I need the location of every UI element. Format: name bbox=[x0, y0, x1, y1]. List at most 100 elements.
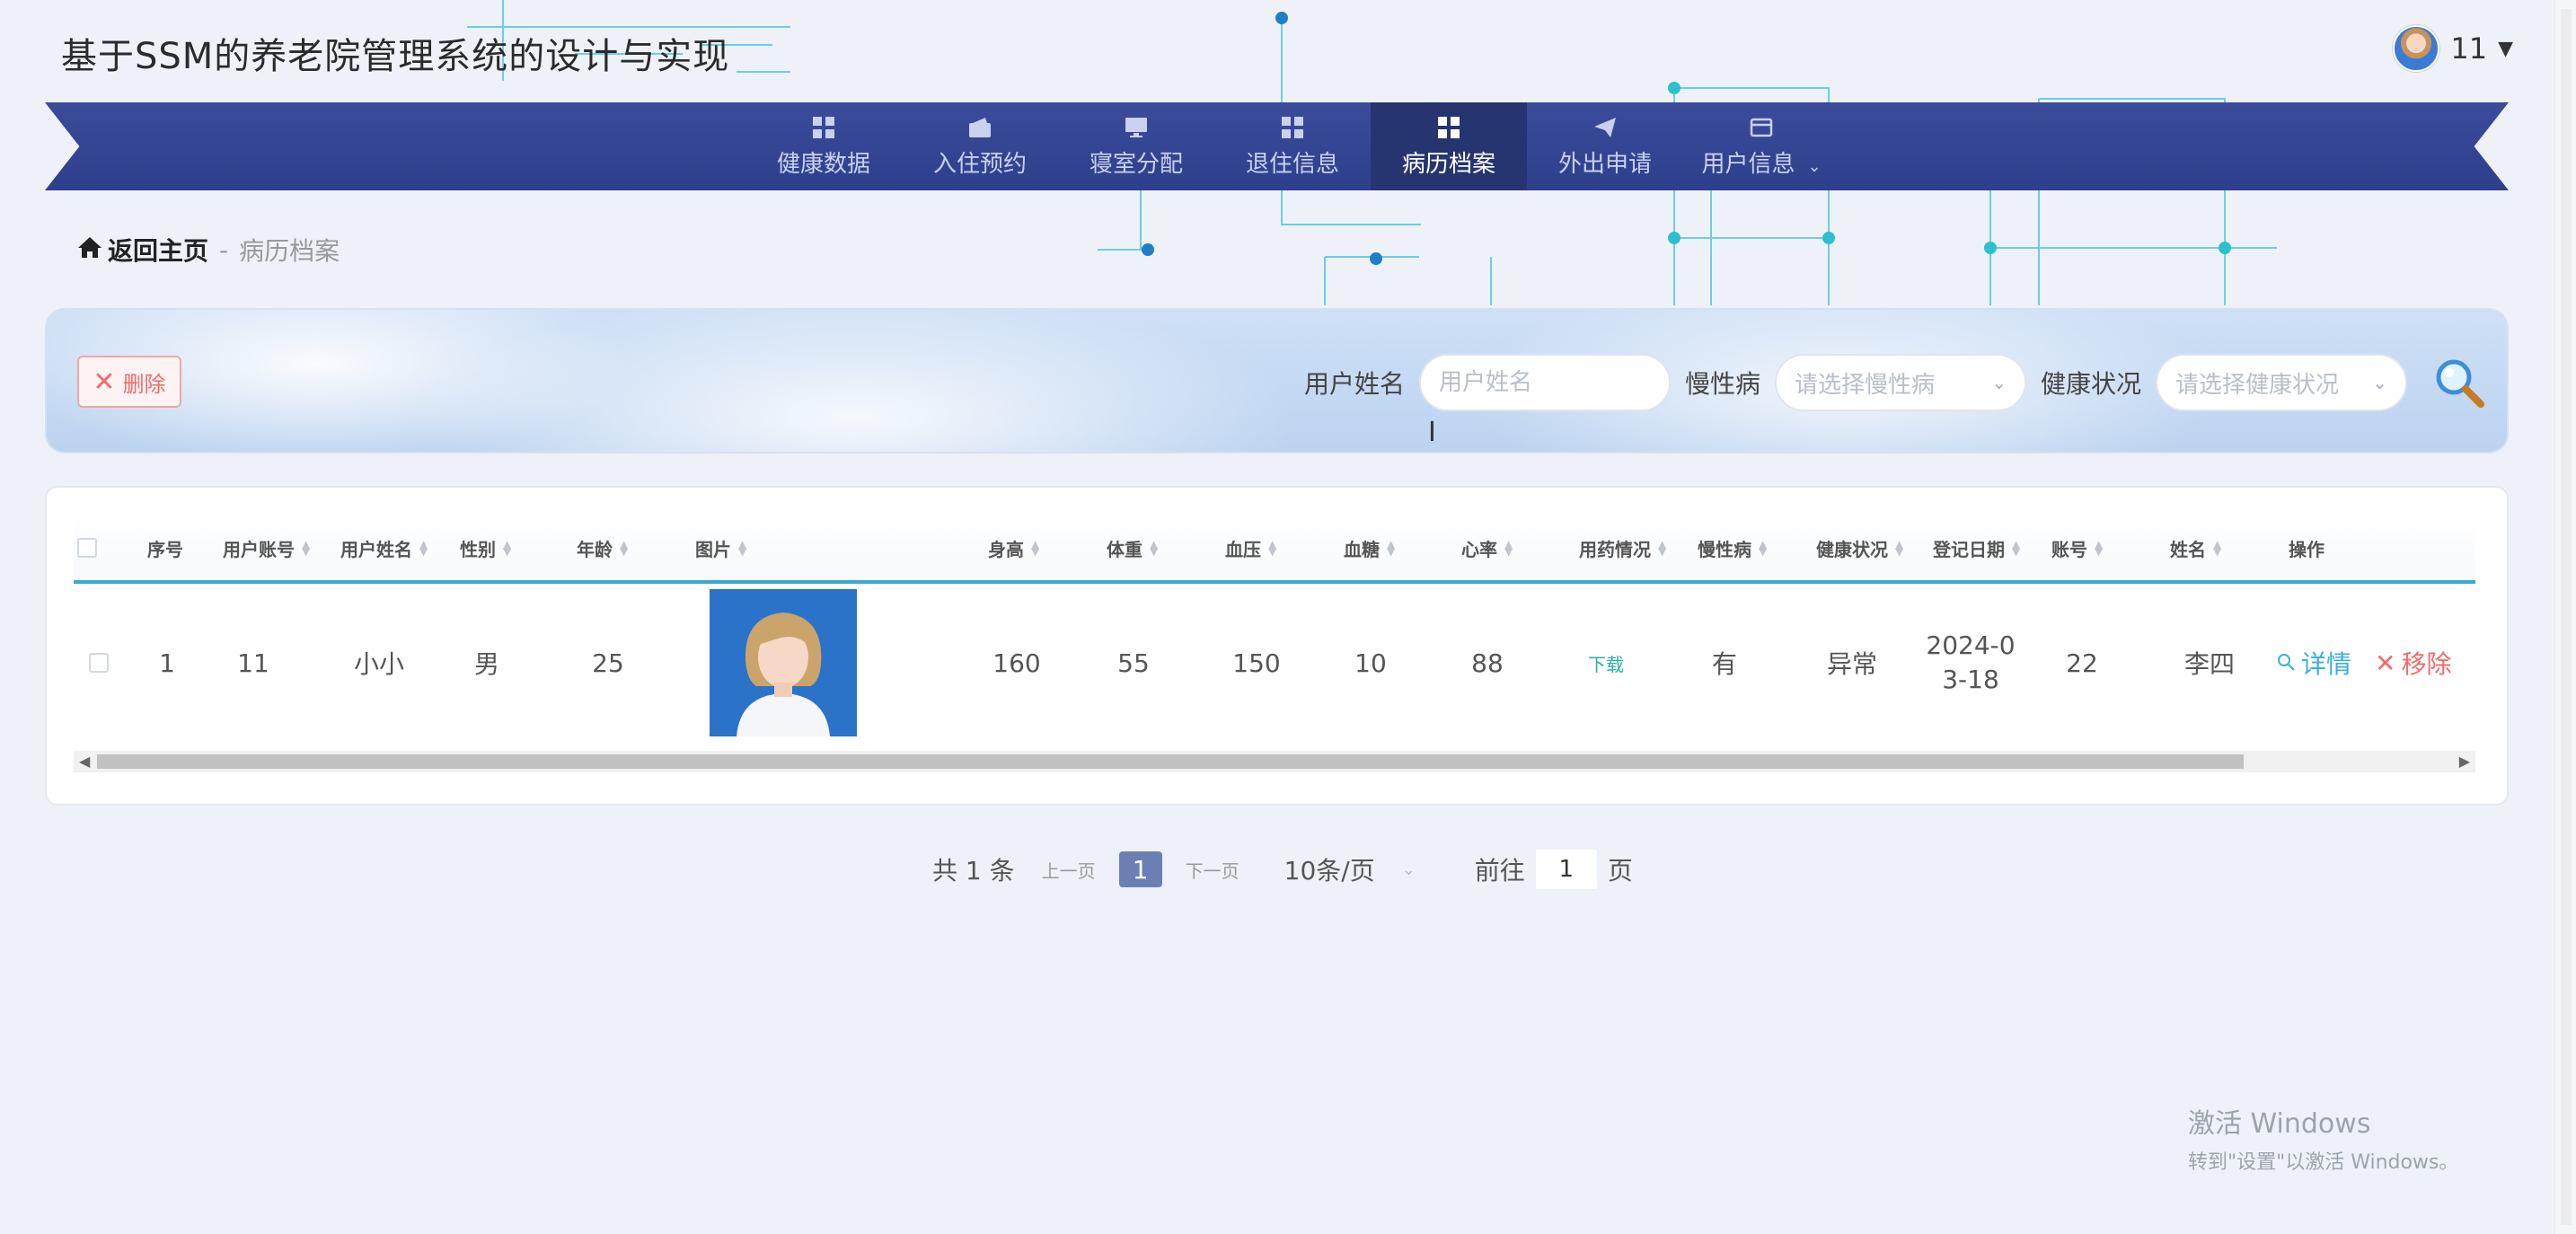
breadcrumb-current: 病历档案 bbox=[239, 236, 340, 266]
chronic-label: 慢性病 bbox=[1685, 369, 1761, 399]
sort-icon[interactable]: ▲ ▼ bbox=[1387, 539, 1395, 557]
close-icon: ✕ bbox=[2375, 648, 2396, 678]
scroll-right-icon[interactable]: ▶ bbox=[2459, 753, 2470, 770]
nav-item-user-info[interactable]: 用户信息 ⌄ bbox=[1683, 102, 1839, 190]
nav-item-label: 外出申请 bbox=[1557, 150, 1652, 178]
chevron-down-icon: ⌄ bbox=[2372, 372, 2388, 393]
sort-icon[interactable]: ▲ ▼ bbox=[2012, 539, 2020, 557]
col-blood-sugar[interactable]: 血糖 ▲ ▼ bbox=[1344, 512, 1395, 584]
cell-acct: 22 bbox=[2066, 648, 2098, 678]
vertical-scrollbar-thumb[interactable] bbox=[2561, 9, 2572, 1225]
cell-date-line1: 2024-0 bbox=[1926, 630, 2016, 660]
detail-button[interactable]: 详情 bbox=[2276, 645, 2351, 681]
sort-icon[interactable]: ▲ ▼ bbox=[2095, 539, 2103, 557]
health-select[interactable]: 请选择健康状况 ⌄ bbox=[2156, 354, 2408, 411]
breadcrumb-home[interactable]: 返回主页 bbox=[77, 232, 208, 268]
remove-button[interactable]: ✕ 移除 bbox=[2375, 645, 2451, 681]
grid-icon bbox=[1436, 115, 1461, 140]
cell-weight: 55 bbox=[1117, 648, 1150, 678]
sort-icon[interactable]: ▲ ▼ bbox=[1504, 539, 1513, 557]
card-icon bbox=[1749, 115, 1774, 140]
page-size-select[interactable]: 10条/页 ⌄ bbox=[1284, 851, 1416, 887]
sort-icon[interactable]: ▲ ▼ bbox=[620, 539, 628, 557]
scrollbar-thumb[interactable] bbox=[97, 754, 2244, 769]
cell-username: 小小 bbox=[353, 649, 404, 679]
nav-item-outing-request[interactable]: 外出申请 bbox=[1527, 102, 1683, 190]
home-icon bbox=[77, 235, 102, 265]
sort-icon[interactable]: ▲ ▼ bbox=[1658, 539, 1666, 557]
sort-icon[interactable]: ▲ ▼ bbox=[1031, 539, 1039, 557]
windows-activation-watermark: 激活 Windows 转到"设置"以激活 Windows。 bbox=[2188, 1101, 2458, 1175]
col-name[interactable]: 姓名 ▲ ▼ bbox=[2170, 512, 2221, 584]
nav-item-checkout-info[interactable]: 退住信息 bbox=[1214, 102, 1371, 190]
prev-page-button[interactable]: 上一页 bbox=[1042, 857, 1096, 883]
sort-icon[interactable]: ▲ ▼ bbox=[2213, 539, 2221, 557]
col-chronic[interactable]: 慢性病 ▲ ▼ bbox=[1698, 512, 1767, 584]
next-page-button[interactable]: 下一页 bbox=[1186, 857, 1239, 883]
cell-date: 2024-0 3-18 bbox=[1917, 587, 2025, 738]
sort-icon[interactable]: ▲ ▼ bbox=[1895, 539, 1903, 557]
cell-image bbox=[710, 587, 857, 738]
text-cursor-icon: I bbox=[1428, 417, 1436, 448]
nav-item-label: 寝室分配 bbox=[1089, 150, 1183, 178]
col-gender[interactable]: 性别 ▲ ▼ bbox=[460, 512, 511, 584]
col-blood-pressure[interactable]: 血压 ▲ ▼ bbox=[1225, 512, 1276, 584]
site-title: 基于SSM的养老院管理系统的设计与实现 bbox=[61, 36, 730, 77]
search-button[interactable] bbox=[2430, 354, 2488, 411]
avatar[interactable] bbox=[2393, 25, 2440, 72]
row-checkbox[interactable] bbox=[74, 587, 124, 738]
nav-item-label: 入住预约 bbox=[932, 150, 1027, 178]
cell-actions: 详情 ✕ 移除 bbox=[2276, 587, 2475, 738]
remove-button-label: 移除 bbox=[2401, 649, 2452, 679]
vertical-scrollbar[interactable] bbox=[2554, 0, 2576, 1234]
sort-icon[interactable]: ▲ ▼ bbox=[1150, 539, 1158, 557]
chronic-select[interactable]: 请选择慢性病 ⌄ bbox=[1775, 354, 2027, 411]
detail-button-label: 详情 bbox=[2301, 649, 2352, 679]
col-medication[interactable]: 用药情况 ▲ ▼ bbox=[1579, 512, 1666, 584]
delete-button[interactable]: ✕ 删除 bbox=[77, 356, 181, 408]
search-icon bbox=[2276, 648, 2296, 678]
watermark-line1: 激活 Windows bbox=[2188, 1108, 2371, 1140]
sort-icon[interactable]: ▲ ▼ bbox=[419, 539, 428, 557]
col-health[interactable]: 健康状况 ▲ ▼ bbox=[1816, 512, 1903, 584]
sort-icon[interactable]: ▲ ▼ bbox=[302, 539, 310, 557]
goto-page-input[interactable] bbox=[1535, 850, 1597, 889]
nav-item-checkin-booking[interactable]: 入住预约 bbox=[902, 102, 1058, 190]
col-image[interactable]: 图片 ▲ ▼ bbox=[695, 512, 746, 584]
scroll-left-icon[interactable]: ◀ bbox=[79, 753, 90, 770]
breadcrumb: 返回主页 - 病历档案 bbox=[77, 232, 340, 268]
page-number-button[interactable]: 1 bbox=[1118, 851, 1162, 887]
sort-icon[interactable]: ▲ ▼ bbox=[1268, 539, 1276, 557]
nav-item-label: 健康数据 bbox=[776, 150, 870, 178]
col-weight[interactable]: 体重 ▲ ▼ bbox=[1107, 512, 1158, 584]
cell-name: 李四 bbox=[2183, 649, 2235, 679]
nav-item-label: 用户信息 ⌄ bbox=[1701, 150, 1822, 178]
username-input[interactable] bbox=[1419, 354, 1672, 411]
sort-icon[interactable]: ▲ ▼ bbox=[738, 539, 746, 557]
sort-icon[interactable]: ▲ ▼ bbox=[1759, 539, 1767, 557]
col-age[interactable]: 年龄 ▲ ▼ bbox=[577, 512, 628, 584]
select-all-checkbox[interactable] bbox=[77, 512, 97, 584]
col-date[interactable]: 登记日期 ▲ ▼ bbox=[1933, 512, 2020, 584]
nav-item-health-data[interactable]: 健康数据 bbox=[745, 102, 902, 190]
medication-download-link[interactable]: 下载 bbox=[1588, 650, 1624, 676]
grid-icon bbox=[811, 115, 836, 140]
grid-icon bbox=[1280, 115, 1305, 140]
user-menu[interactable]: 11 ▼ bbox=[2393, 25, 2513, 72]
patient-photo[interactable] bbox=[710, 589, 857, 736]
col-username[interactable]: 用户姓名 ▲ ▼ bbox=[340, 512, 428, 584]
nav-item-medical-records[interactable]: 病历档案 bbox=[1371, 102, 1527, 190]
chevron-down-icon: ⌄ bbox=[1401, 859, 1416, 879]
col-heart-rate[interactable]: 心率 ▲ ▼ bbox=[1461, 512, 1513, 584]
col-account[interactable]: 用户账号 ▲ ▼ bbox=[223, 512, 310, 584]
cell-health: 异常 bbox=[1826, 649, 1877, 679]
col-acct[interactable]: 账号 ▲ ▼ bbox=[2051, 512, 2103, 584]
col-height[interactable]: 身高 ▲ ▼ bbox=[988, 512, 1039, 584]
horizontal-scrollbar[interactable]: ◀ ▶ bbox=[74, 751, 2475, 772]
col-actions: 操作 bbox=[2289, 538, 2325, 560]
cell-account: 11 bbox=[237, 648, 269, 678]
nav-item-room-allocation[interactable]: 寝室分配 bbox=[1058, 102, 1214, 190]
sort-icon[interactable]: ▲ ▼ bbox=[503, 539, 511, 557]
cell-blood-pressure: 150 bbox=[1232, 648, 1281, 678]
page-size-value: 10条/页 bbox=[1284, 856, 1375, 886]
